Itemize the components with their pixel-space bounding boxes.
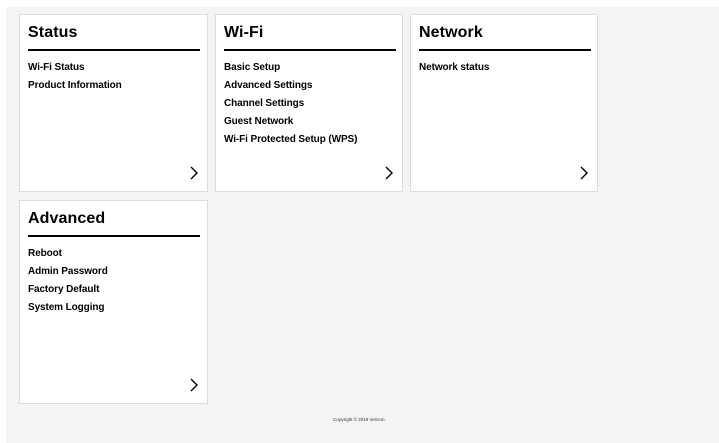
card-title-advanced: Advanced xyxy=(28,210,106,227)
network-card: Network Network status xyxy=(410,14,598,192)
status-card: Status Wi-Fi Status Product Information xyxy=(19,14,208,192)
link-network-status[interactable]: Network status xyxy=(419,59,489,77)
card-title-status: Status xyxy=(28,24,78,41)
copyright-footer: Copyright © 2019 Verizon. xyxy=(333,417,386,422)
advanced-card: Advanced Reboot Admin Password Factory D… xyxy=(19,200,208,404)
link-wifi-status[interactable]: Wi-Fi Status xyxy=(28,59,122,77)
link-reboot[interactable]: Reboot xyxy=(28,245,108,263)
card-title-network: Network xyxy=(419,24,483,41)
link-basic-setup[interactable]: Basic Setup xyxy=(224,59,357,77)
link-product-information[interactable]: Product Information xyxy=(28,77,122,95)
chevron-right-icon[interactable] xyxy=(579,166,589,180)
link-channel-settings[interactable]: Channel Settings xyxy=(224,95,357,113)
link-advanced-settings[interactable]: Advanced Settings xyxy=(224,77,357,95)
link-factory-default[interactable]: Factory Default xyxy=(28,281,108,299)
title-divider xyxy=(28,49,200,51)
network-link-list: Network status xyxy=(419,59,489,77)
status-link-list: Wi-Fi Status Product Information xyxy=(28,59,122,95)
title-divider xyxy=(28,235,200,237)
link-system-logging[interactable]: System Logging xyxy=(28,299,108,317)
wifi-link-list: Basic Setup Advanced Settings Channel Se… xyxy=(224,59,357,149)
link-guest-network[interactable]: Guest Network xyxy=(224,113,357,131)
title-divider xyxy=(224,49,396,51)
advanced-link-list: Reboot Admin Password Factory Default Sy… xyxy=(28,245,108,317)
wifi-card: Wi-Fi Basic Setup Advanced Settings Chan… xyxy=(215,14,403,192)
chevron-right-icon[interactable] xyxy=(384,166,394,180)
title-divider xyxy=(419,49,591,51)
chevron-right-icon[interactable] xyxy=(189,166,199,180)
link-admin-password[interactable]: Admin Password xyxy=(28,263,108,281)
chevron-right-icon[interactable] xyxy=(189,378,199,392)
link-wps[interactable]: Wi-Fi Protected Setup (WPS) xyxy=(224,131,357,149)
card-title-wifi: Wi-Fi xyxy=(224,24,264,41)
